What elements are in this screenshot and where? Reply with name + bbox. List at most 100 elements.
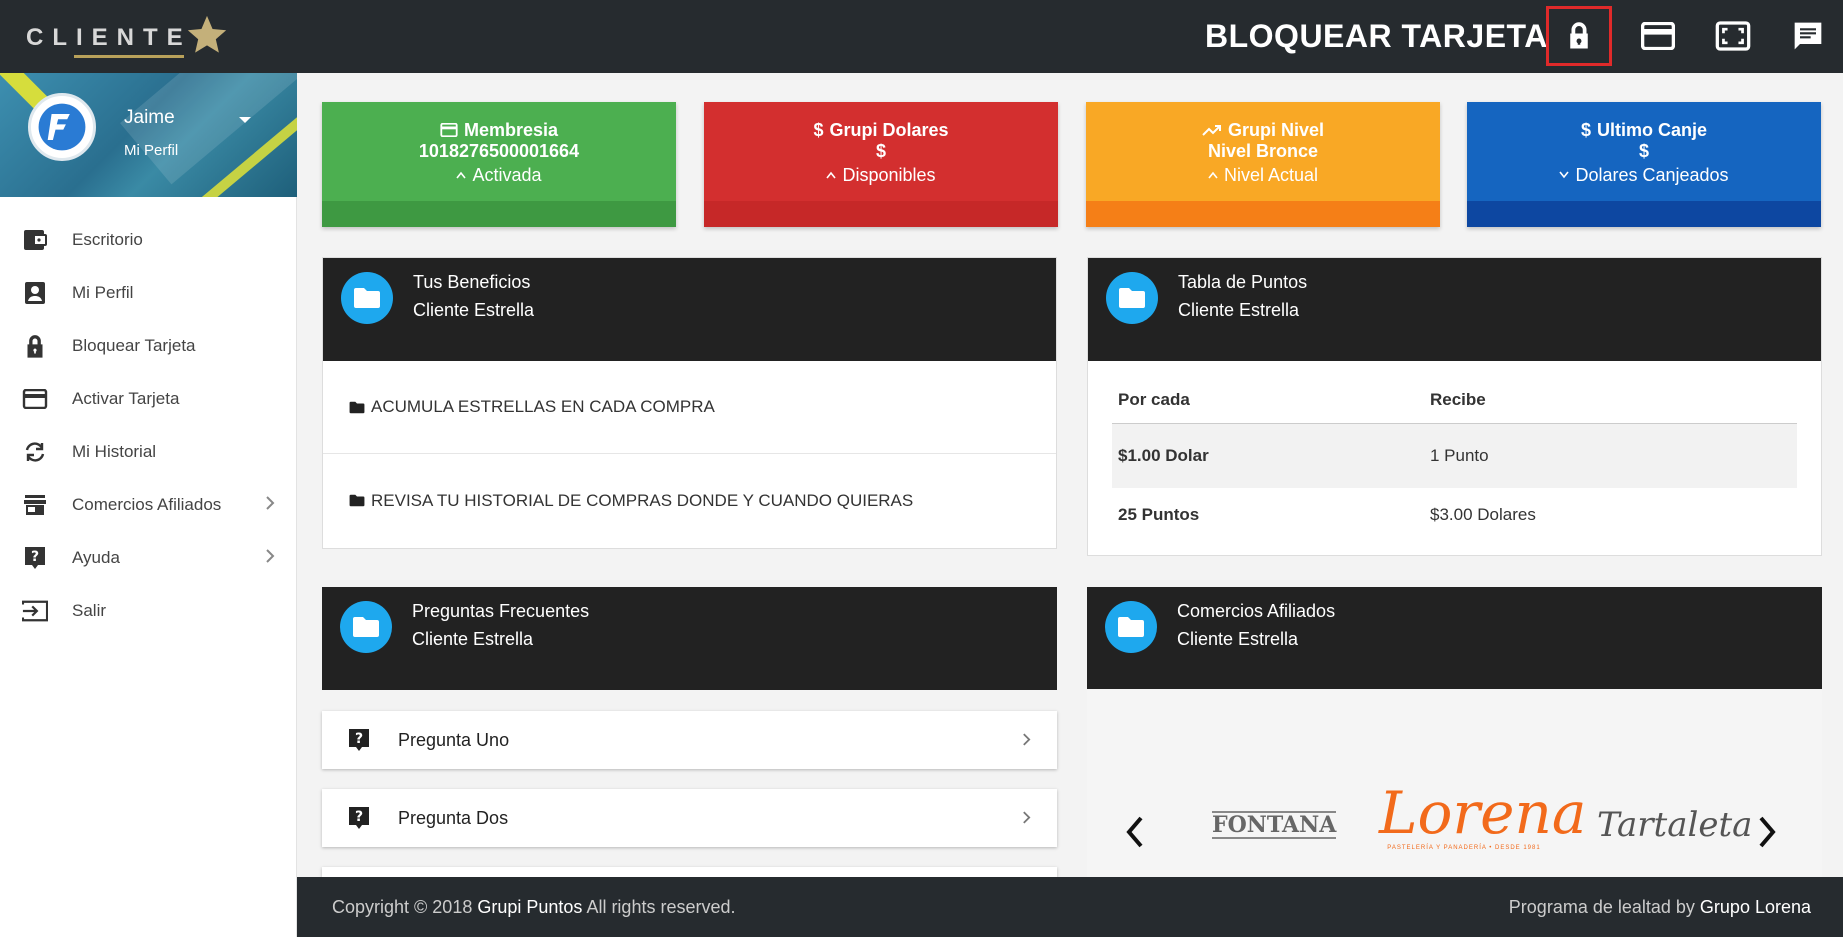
chevron-up-icon: [826, 171, 837, 179]
panel-header: Tus Beneficios Cliente Estrella: [323, 258, 1056, 361]
credit-card-icon: [440, 123, 458, 137]
faq-item-partial[interactable]: [322, 867, 1057, 877]
panel-title: Tabla de Puntos: [1178, 272, 1308, 292]
panel-header: Preguntas Frecuentes Cliente Estrella: [322, 587, 1057, 690]
affiliates-panel: Comercios Afiliados Cliente Estrella: [1087, 587, 1822, 690]
chevron-left-icon[interactable]: [1125, 816, 1145, 848]
table-header-row: Por cada Recibe: [1112, 377, 1797, 424]
footer-brand-link[interactable]: Grupi Puntos: [477, 897, 582, 917]
chat-icon: [1794, 22, 1822, 50]
lock-button[interactable]: [1546, 6, 1612, 66]
card-value: 1018276500001664: [418, 141, 580, 161]
svg-text:?: ?: [355, 809, 363, 825]
logo[interactable]: CLIENTE: [26, 12, 236, 62]
profile-banner: Jaime Mi Perfil: [0, 73, 297, 197]
user-name[interactable]: Jaime: [124, 107, 175, 129]
caret-down-icon[interactable]: [238, 115, 252, 125]
points-table: Por cada Recibe $1.00 Dolar 1 Punto 25 P…: [1112, 377, 1797, 542]
table-row: $1.00 Dolar 1 Punto: [1112, 424, 1797, 488]
card-status: Disponibles: [842, 164, 936, 185]
brand-fontana[interactable]: FONTANA: [1212, 811, 1336, 839]
folder-icon: [349, 401, 365, 413]
points-panel: Tabla de Puntos Cliente Estrella Por cad…: [1087, 257, 1822, 556]
avatar-logo-icon: [38, 103, 86, 151]
card-title: Membresia: [463, 119, 559, 140]
card-grupi-nivel[interactable]: Grupi Nivel Nivel Bronce Nivel Actual: [1086, 102, 1440, 227]
panel-subtitle: Cliente Estrella: [412, 629, 534, 649]
user-card-icon: [22, 280, 48, 306]
panel-header: Comercios Afiliados Cliente Estrella: [1087, 587, 1822, 690]
folder-icon: [340, 601, 392, 653]
footer-credit: Programa de lealtad by Grupo Lorena: [1508, 897, 1811, 917]
card-grupi-dolares[interactable]: $ Grupi Dolares $ Disponibles: [704, 102, 1058, 227]
sidebar-item-mi-perfil[interactable]: Mi Perfil: [0, 266, 297, 319]
footer-copyright: Copyright © 2018 Grupi Puntos All rights…: [332, 897, 736, 917]
chevron-up-icon: [1208, 171, 1218, 179]
avatar[interactable]: [28, 93, 96, 161]
card-value: $: [875, 141, 886, 161]
faq-item-dos[interactable]: ? Pregunta Dos: [322, 789, 1057, 847]
brands-carousel: FONTANA Lorena PASTELERÍA Y PANADERÍA • …: [1087, 689, 1822, 877]
fullscreen-button[interactable]: [1700, 6, 1766, 66]
footer-company-link[interactable]: Grupo Lorena: [1700, 897, 1811, 917]
card-status: Activada: [472, 164, 542, 185]
card-membresia[interactable]: Membresia 1018276500001664 Activada: [322, 102, 676, 227]
help-icon: ?: [22, 545, 48, 571]
card-title: Grupi Nivel: [1227, 119, 1325, 140]
sidebar-item-bloquear-tarjeta[interactable]: Bloquear Tarjeta: [0, 319, 297, 372]
sidebar-item-comercios-afiliados[interactable]: Comercios Afiliados: [0, 478, 297, 531]
store-icon: [22, 492, 48, 518]
history-icon: [22, 439, 48, 465]
card-value: Nivel Bronce: [1207, 141, 1319, 161]
chevron-right-icon[interactable]: [1757, 816, 1777, 848]
card-button[interactable]: [1625, 6, 1691, 66]
folder-icon: [1106, 272, 1158, 324]
lock-icon: [22, 333, 48, 359]
chevron-up-icon: [456, 171, 467, 179]
sidebar-item-mi-historial[interactable]: Mi Historial: [0, 425, 297, 478]
user-profile-link[interactable]: Mi Perfil: [124, 142, 178, 159]
star-icon: [187, 15, 227, 53]
chevron-right-icon: [266, 496, 275, 510]
panel-title: Tus Beneficios: [413, 272, 531, 292]
dollar-icon: $: [813, 119, 824, 140]
sidebar-item-ayuda[interactable]: ? Ayuda: [0, 531, 297, 584]
top-bar: CLIENTE BLOQUEAR TARJETA: [0, 0, 1843, 73]
faq-item-uno[interactable]: ? Pregunta Uno: [322, 711, 1057, 769]
chat-button[interactable]: [1775, 6, 1841, 66]
panel-subtitle: Cliente Estrella: [1177, 629, 1299, 649]
chevron-right-icon: [1023, 733, 1031, 746]
folder-icon: [349, 494, 365, 507]
exit-icon: [22, 598, 48, 624]
lock-icon: [1570, 22, 1588, 49]
sidebar-item-salir[interactable]: Salir: [0, 584, 297, 637]
panel-header: Tabla de Puntos Cliente Estrella: [1088, 258, 1821, 361]
help-icon: ?: [349, 807, 369, 829]
table-row: 25 Puntos $3.00 Dolares: [1118, 505, 1536, 524]
sidebar-nav: Escritorio Mi Perfil Bloquear Tarjeta Ac…: [0, 213, 297, 637]
card-ultimo-canje[interactable]: $ Ultimo Canje $ Dolares Canjeados: [1467, 102, 1821, 227]
svg-text:?: ?: [355, 731, 363, 747]
logo-text: CLIENTE: [26, 24, 192, 51]
credit-card-icon: [1641, 22, 1675, 50]
panel-title: Preguntas Frecuentes: [412, 601, 590, 621]
panel-title: Comercios Afiliados: [1177, 601, 1336, 621]
folder-icon: [341, 272, 393, 324]
chevron-right-icon: [1023, 811, 1031, 824]
list-item: REVISA TU HISTORIAL DE COMPRAS DONDE Y C…: [323, 454, 1056, 547]
brand-lorena[interactable]: Lorena PASTELERÍA Y PANADERÍA • DESDE 19…: [1379, 781, 1586, 851]
faq-panel: Preguntas Frecuentes Cliente Estrella: [322, 587, 1057, 690]
card-title: Ultimo Canje: [1597, 119, 1708, 140]
folder-icon: [1105, 601, 1157, 653]
dollar-icon: $: [1580, 119, 1591, 140]
list-item: ACUMULA ESTRELLAS EN CADA COMPRA: [323, 361, 1056, 454]
sidebar-item-escritorio[interactable]: Escritorio: [0, 213, 297, 266]
help-icon: ?: [349, 729, 369, 751]
page-title: BLOQUEAR TARJETA: [1205, 18, 1548, 54]
footer: Copyright © 2018 Grupi Puntos All rights…: [297, 877, 1843, 937]
sidebar-item-activar-tarjeta[interactable]: Activar Tarjeta: [0, 372, 297, 425]
trending-up-icon: [1202, 125, 1221, 136]
brand-tartaleta[interactable]: Tartaleta: [1597, 805, 1752, 845]
chevron-down-icon: [1559, 171, 1570, 179]
wallet-icon: [22, 227, 48, 253]
